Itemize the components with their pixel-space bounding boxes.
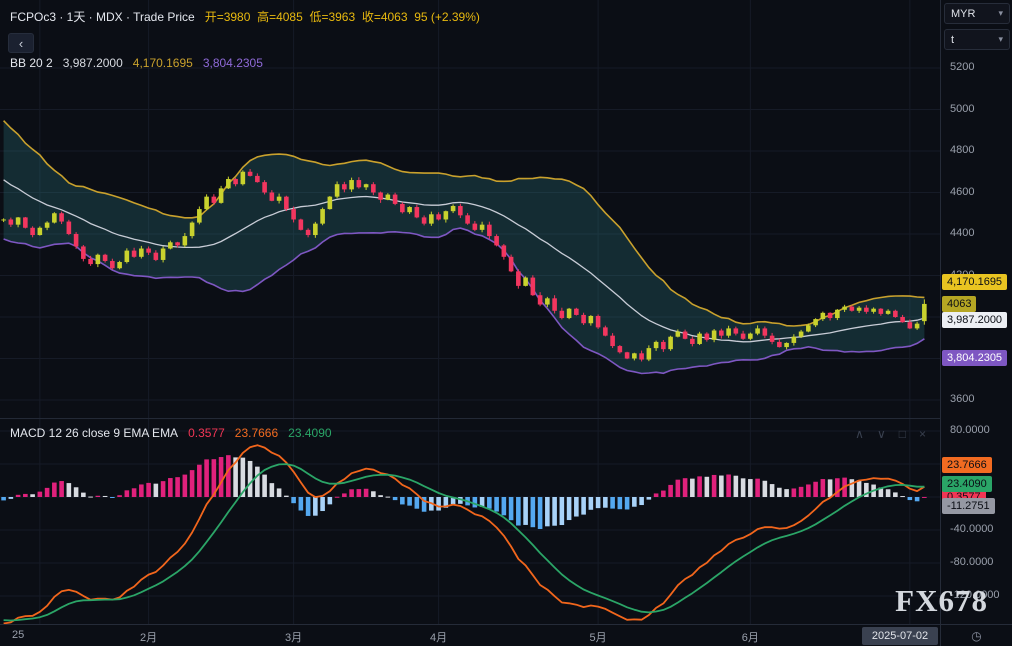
pane-expand-icon[interactable]: ∨ xyxy=(877,427,886,441)
unit-select[interactable]: t ▾ xyxy=(944,29,1010,50)
macd-pane-controls: ∧ ∨ □ × xyxy=(855,427,926,441)
pane-maximize-icon[interactable]: □ xyxy=(899,427,906,441)
currency-value: MYR xyxy=(951,8,975,20)
macd-tick: 80.0000 xyxy=(950,424,990,436)
time-axis[interactable]: 25 2月 3月 4月 5月 6月 2025-07-02 xyxy=(0,624,940,646)
time-label: 6月 xyxy=(742,629,759,645)
axis-corner: ◷ xyxy=(940,624,1012,646)
back-button[interactable]: ‹ xyxy=(8,33,34,53)
grid-layer xyxy=(0,0,940,624)
watermark: FX678 xyxy=(895,583,988,619)
ohlc-values: 开=3980 高=4085 低=3963 收=4063 95 (+2.39%) xyxy=(205,8,480,25)
macd-tick: -40.0000 xyxy=(950,523,993,535)
last-date-label: 2025-07-02 xyxy=(862,627,938,645)
price-tick: 4800 xyxy=(950,144,974,156)
pane-collapse-icon[interactable]: ∧ xyxy=(855,427,864,441)
macd-legend: MACD 12 26 close 9 EMA EMA 0.3577 23.766… xyxy=(10,426,332,440)
time-label: 3月 xyxy=(285,629,302,645)
price-label: 3,804.2305 xyxy=(942,350,1007,366)
price-tick: 5000 xyxy=(950,103,974,115)
price-label: 4063 xyxy=(942,296,976,312)
price-label: 4,170.1695 xyxy=(942,274,1007,290)
macd-title[interactable]: MACD 12 26 close 9 EMA EMA xyxy=(10,426,178,440)
bb-legend: BB 20 2 3,987.2000 4,170.1695 3,804.2305 xyxy=(10,56,263,70)
macd-label: -11.2751 xyxy=(942,498,995,514)
price-axis[interactable]: MYR ▾ t ▾ 520050004800460044004200400038… xyxy=(940,0,1012,624)
price-label: 3,987.2000 xyxy=(942,312,1007,328)
macd-tick: -80.0000 xyxy=(950,556,993,568)
unit-value: t xyxy=(951,34,954,46)
bb-upper-value: 4,170.1695 xyxy=(133,56,193,70)
macd-pane xyxy=(1,445,926,623)
symbol-title[interactable]: FCPOc3 · 1天 · MDX · Trade Price xyxy=(10,8,195,25)
macd-line-value: 23.7666 xyxy=(235,426,278,440)
chevron-left-icon: ‹ xyxy=(19,36,23,51)
chevron-down-icon: ▾ xyxy=(998,34,1003,45)
price-tick: 4600 xyxy=(950,186,974,198)
pane-close-icon[interactable]: × xyxy=(919,427,926,441)
axis-widgets: MYR ▾ t ▾ xyxy=(944,3,1010,50)
time-label: 2月 xyxy=(140,629,157,645)
time-label: 25 xyxy=(12,629,24,641)
symbol-legend: FCPOc3 · 1天 · MDX · Trade Price 开=3980 高… xyxy=(10,8,480,25)
trading-chart-app: FCPOc3 · 1天 · MDX · Trade Price 开=3980 高… xyxy=(0,0,1012,646)
price-tick: 4400 xyxy=(950,227,974,239)
macd-signal-value: 23.4090 xyxy=(288,426,331,440)
clock-icon[interactable]: ◷ xyxy=(971,629,981,643)
macd-hist-value: 0.3577 xyxy=(188,426,225,440)
currency-select[interactable]: MYR ▾ xyxy=(944,3,1010,24)
macd-label: 23.4090 xyxy=(942,476,992,492)
macd-label: 23.7666 xyxy=(942,457,992,473)
time-label: 5月 xyxy=(590,629,607,645)
chart-area[interactable]: FCPOc3 · 1天 · MDX · Trade Price 开=3980 高… xyxy=(0,0,940,624)
bb-lower-value: 3,804.2305 xyxy=(203,56,263,70)
bb-title[interactable]: BB 20 2 xyxy=(10,56,53,70)
bb-basis-value: 3,987.2000 xyxy=(63,56,123,70)
chart-canvas[interactable] xyxy=(0,0,940,624)
chevron-down-icon: ▾ xyxy=(998,8,1003,19)
price-tick: 5200 xyxy=(950,61,974,73)
time-label: 4月 xyxy=(430,629,447,645)
price-tick: 3600 xyxy=(950,393,974,405)
